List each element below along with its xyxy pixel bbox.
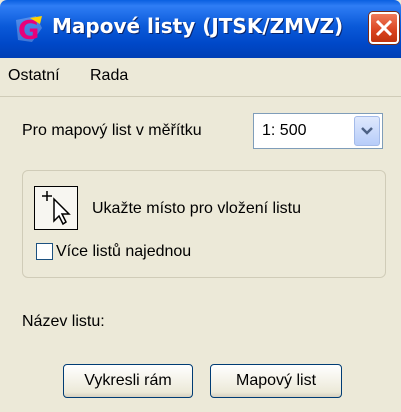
scale-label: Pro mapový list v měřítku bbox=[22, 122, 202, 139]
pick-point-button[interactable] bbox=[34, 186, 78, 230]
scale-select-value: 1: 500 bbox=[262, 122, 307, 139]
sheet-name-label: Název listu: bbox=[22, 313, 105, 330]
select-dropdown-button[interactable] bbox=[354, 116, 380, 146]
scale-select[interactable]: 1: 500 bbox=[253, 113, 383, 149]
window-title: Mapové listy (JTSK/ZMVZ) bbox=[52, 14, 344, 38]
close-button[interactable] bbox=[369, 12, 399, 44]
menu-item-ostatni[interactable]: Ostatní bbox=[8, 67, 60, 85]
map-sheet-button[interactable]: Mapový list bbox=[210, 364, 342, 398]
menu-item-rada[interactable]: Rada bbox=[90, 67, 128, 85]
close-icon bbox=[375, 19, 393, 37]
app-g-logo-icon: G bbox=[14, 14, 44, 46]
chevron-down-icon bbox=[361, 127, 373, 135]
multi-sheet-checkbox[interactable] bbox=[36, 243, 53, 260]
menu-bar: Ostatní Rada bbox=[0, 58, 401, 97]
dialog-window: G Mapové listy (JTSK/ZMVZ) Ostatní Rada … bbox=[0, 0, 401, 412]
pick-point-label: Ukažte místo pro vložení listu bbox=[92, 200, 301, 217]
title-bar[interactable]: G Mapové listy (JTSK/ZMVZ) bbox=[0, 0, 401, 58]
multi-sheet-label: Více listů najednou bbox=[56, 243, 192, 260]
draw-frame-button[interactable]: Vykresli rám bbox=[63, 364, 193, 398]
pick-point-cursor-icon bbox=[42, 191, 71, 226]
